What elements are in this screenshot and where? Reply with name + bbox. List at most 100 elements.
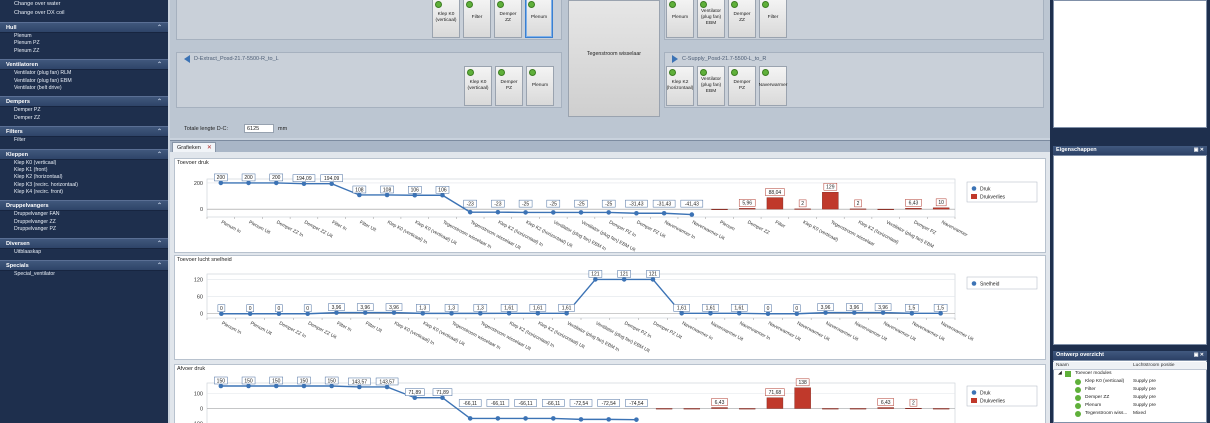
- data-point: [578, 210, 584, 215]
- data-point: [852, 310, 857, 315]
- tree-root-label: Toevoer modules: [1075, 371, 1112, 376]
- collapse-icon[interactable]: ⌃: [157, 201, 162, 212]
- toolbox-item[interactable]: Klep K2 (horizontaal): [0, 174, 168, 181]
- module-tile[interactable]: Plenum: [666, 0, 694, 38]
- x-tick-label: Klep K2 (horizontaal) In: [497, 219, 544, 248]
- legend-label: Drukverlies: [980, 195, 1006, 201]
- data-label: 1,61: [706, 306, 716, 312]
- x-tick-label: Demper ZZ In: [275, 219, 304, 238]
- module-tile[interactable]: Filter: [759, 0, 787, 38]
- toolbox-item[interactable]: Plenum ZZ: [0, 48, 168, 55]
- section-header[interactable]: Kleppen ⌃: [0, 148, 168, 161]
- x-tick-label: Naverwarmer Uit: [940, 320, 975, 343]
- tree-row[interactable]: Klep K0 (verticaal) Supply pre: [1053, 378, 1207, 386]
- module-tile[interactable]: Demper PZ: [728, 66, 756, 106]
- tree-root[interactable]: ◢ Toevoer modules: [1053, 370, 1207, 378]
- pane-buttons-icon[interactable]: ▣ ✕: [1194, 146, 1204, 155]
- toolbox-item[interactable]: Uitblaaskap: [0, 249, 168, 256]
- module-tile[interactable]: Ventilator (plug fan) EBM: [697, 0, 725, 38]
- collapse-icon[interactable]: ⌃: [157, 150, 162, 161]
- toolbox-item[interactable]: Klep K0 (verticaal): [0, 160, 168, 167]
- heat-exchanger-module[interactable]: Tegenstroom wisselaar: [568, 0, 660, 117]
- data-label: -25: [522, 201, 529, 207]
- collapse-icon[interactable]: ⌃: [157, 127, 162, 138]
- tree-row[interactable]: Plenum Supply pre: [1053, 402, 1207, 410]
- toolbox-item[interactable]: Druppelvanger PZ: [0, 226, 168, 233]
- data-point: [593, 277, 598, 282]
- module-tile[interactable]: Filter: [463, 0, 491, 38]
- toolbox-item[interactable]: Druppelvanger FAN: [0, 211, 168, 218]
- collapse-icon[interactable]: ⌃: [157, 239, 162, 250]
- data-point: [550, 210, 556, 215]
- section-header[interactable]: Hull ⌃: [0, 22, 168, 33]
- data-point: [246, 383, 251, 389]
- check-icon: [528, 1, 535, 8]
- bar: [683, 408, 701, 410]
- bar: [905, 208, 922, 210]
- section-title: Kleppen: [6, 151, 29, 158]
- data-label: -66,11: [519, 401, 533, 407]
- length-input[interactable]: 6125: [244, 124, 274, 133]
- toolbox-item[interactable]: Klep K1 (front): [0, 167, 168, 174]
- section-header[interactable]: Diversen ⌃: [0, 237, 168, 250]
- data-label: 150: [244, 378, 253, 384]
- toolbox-item[interactable]: Demper PZ: [0, 107, 168, 114]
- check-icon: [435, 1, 442, 8]
- module-tile[interactable]: Naverwarmer: [759, 66, 787, 106]
- data-point: [689, 212, 695, 217]
- module-tile[interactable]: Plenum: [525, 0, 553, 38]
- bar: [794, 208, 811, 210]
- data-point: [523, 416, 528, 421]
- module-tile[interactable]: Demper ZZ: [494, 0, 522, 38]
- data-label: 0: [306, 306, 309, 312]
- toolbox-item[interactable]: Druppelvanger ZZ: [0, 219, 168, 226]
- toolbox-item[interactable]: Ventilator (belt drive): [0, 85, 168, 92]
- tree-row[interactable]: Tegenstroom wiss... Mixed: [1053, 410, 1207, 418]
- data-point: [506, 310, 512, 316]
- bar: [739, 408, 756, 410]
- toolbox-item[interactable]: Filter: [0, 137, 168, 144]
- section-header[interactable]: Specials ⌃: [0, 260, 168, 272]
- module-tile[interactable]: Ventilator (plug fan) EBM: [697, 66, 725, 106]
- section-header[interactable]: Ventilatoren ⌃: [0, 59, 168, 71]
- legend-swatch: [971, 390, 977, 395]
- module-tile[interactable]: Klep K0 (verticaal): [432, 0, 460, 38]
- collapse-icon[interactable]: ⌃: [157, 97, 162, 108]
- data-label: 1,3: [477, 306, 484, 312]
- module-tile[interactable]: Klep K0 (verticaal): [464, 66, 492, 106]
- pane-buttons-icon[interactable]: ▣ ✕: [1194, 351, 1204, 360]
- toolbox-item[interactable]: Ventilator (plug fan) EBM: [0, 78, 168, 85]
- toolbox-item[interactable]: Plenum: [0, 33, 168, 40]
- toolbox-item[interactable]: Klep K4 (recirc. front): [0, 189, 168, 196]
- module-tile[interactable]: Plenum: [526, 66, 554, 106]
- section-header[interactable]: Druppelvangers ⌃: [0, 200, 168, 212]
- toolbox-item[interactable]: Special_ventilator: [0, 271, 168, 278]
- module-tile[interactable]: Demper ZZ: [728, 0, 756, 38]
- data-label: 1,61: [677, 306, 687, 312]
- collapse-icon[interactable]: ⌃: [157, 60, 162, 71]
- data-point: [449, 311, 454, 316]
- toolbox-item[interactable]: Plenum PZ: [0, 40, 168, 47]
- y-tick-label: 60: [197, 295, 203, 301]
- section-title: Filters: [6, 129, 23, 136]
- module-tile[interactable]: Klep K2 (horizontaal): [666, 66, 694, 106]
- bar: [932, 207, 950, 210]
- toolbox-item[interactable]: Change over water: [0, 0, 168, 9]
- module-tile[interactable]: Demper PZ: [495, 66, 523, 106]
- data-label: 129: [826, 185, 835, 191]
- toolbox-item[interactable]: Ventilator (plug fan) RLM: [0, 70, 168, 77]
- module-label: Naverwarmer: [758, 83, 788, 88]
- expand-icon[interactable]: ◢: [1058, 370, 1062, 378]
- section-header[interactable]: Filters ⌃: [0, 126, 168, 138]
- tree-row[interactable]: Filter Supply pre: [1053, 386, 1207, 394]
- y-tick-label: 200: [194, 181, 203, 187]
- bar: [794, 387, 811, 409]
- section-header[interactable]: Dempers ⌃: [0, 96, 168, 108]
- tree-row[interactable]: Demper ZZ Supply pre: [1053, 394, 1207, 402]
- collapse-icon[interactable]: ⌃: [157, 261, 162, 272]
- toolbox-item[interactable]: Change over DX coil: [0, 9, 168, 18]
- toolbox-item[interactable]: Demper ZZ: [0, 115, 168, 122]
- collapse-icon[interactable]: ⌃: [157, 23, 162, 34]
- x-tick-label: Filter In: [336, 320, 353, 333]
- toolbox-item[interactable]: Klep K3 (recirc. horizontaal): [0, 182, 168, 189]
